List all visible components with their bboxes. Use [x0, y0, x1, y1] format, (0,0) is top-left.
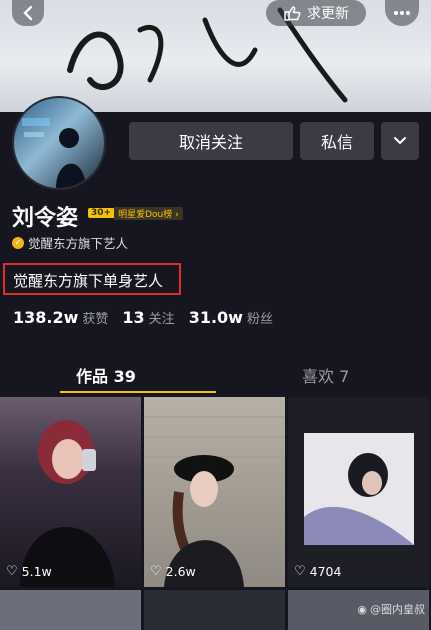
video-thumbnail — [144, 416, 285, 587]
avatar-photo — [22, 118, 86, 188]
message-label: 私信 — [320, 133, 353, 152]
request-update-label: 求更新 — [307, 6, 349, 22]
profile-cover-image — [0, 0, 431, 112]
like-count: ♡ 5.1w — [6, 564, 52, 579]
like-count: ♡ 4704 — [294, 564, 342, 579]
followers-count[interactable]: 31.0w — [189, 308, 243, 327]
video-tile[interactable]: ♡ 5.1w — [0, 397, 141, 587]
video-tile[interactable] — [144, 590, 285, 630]
message-button[interactable]: 私信 — [300, 122, 374, 160]
profile-stats: 138.2w 获赞 13 关注 31.0w 粉丝 — [13, 308, 287, 327]
unfollow-label: 取消关注 — [178, 133, 243, 152]
rank-number: 30+ — [88, 208, 115, 218]
following-label[interactable]: 关注 — [149, 308, 175, 327]
verification-text: 觉醒东方旗下艺人 — [28, 236, 129, 251]
weibo-icon: ◉ — [357, 602, 367, 616]
followers-label[interactable]: 粉丝 — [247, 308, 273, 327]
more-actions-button[interactable] — [381, 122, 419, 160]
rank-text: 明星爱Dou榜 › — [114, 206, 183, 220]
tab-likes[interactable]: 喜欢 7 — [302, 363, 349, 387]
verification-line: ✓ 觉醒东方旗下艺人 — [12, 233, 128, 252]
request-update-button[interactable]: 求更新 — [266, 0, 366, 26]
video-tile[interactable]: ♡ 2.6w — [144, 397, 285, 587]
tab-works[interactable]: 作品 39 — [76, 363, 136, 387]
avatar[interactable] — [12, 96, 106, 190]
like-count: ♡ 2.6w — [150, 564, 196, 579]
chevron-down-icon — [394, 137, 406, 145]
back-button[interactable] — [12, 0, 44, 26]
profile-name: 刘令姿 — [12, 206, 79, 231]
watermark: ◉ @圈内皇叔 — [357, 602, 425, 617]
snow-drawing — [67, 7, 348, 103]
likes-label: 获赞 — [82, 312, 109, 327]
active-tab-indicator — [60, 391, 216, 393]
heart-icon: ♡ — [150, 564, 162, 579]
thumb-point-icon — [284, 6, 301, 21]
likes-count: 138.2w — [13, 308, 79, 327]
heart-icon: ♡ — [6, 564, 18, 579]
celebrity-rank-badge[interactable]: 30+ 明星爱Dou榜 › — [88, 206, 183, 220]
video-thumbnail — [304, 433, 414, 545]
verified-badge-icon: ✓ — [12, 236, 24, 249]
video-tile[interactable] — [0, 590, 141, 630]
heart-icon: ♡ — [294, 564, 306, 579]
video-tile[interactable]: ♡ 4704 — [288, 397, 429, 587]
chevron-left-icon — [23, 5, 33, 21]
ellipsis-icon — [394, 11, 410, 15]
video-thumbnail — [20, 420, 115, 587]
profile-bio: 觉醒东方旗下单身艺人 — [13, 272, 164, 290]
following-count[interactable]: 13 — [122, 308, 144, 327]
unfollow-button[interactable]: 取消关注 — [129, 122, 293, 160]
content-tabs: 作品 39 喜欢 7 — [0, 355, 431, 395]
